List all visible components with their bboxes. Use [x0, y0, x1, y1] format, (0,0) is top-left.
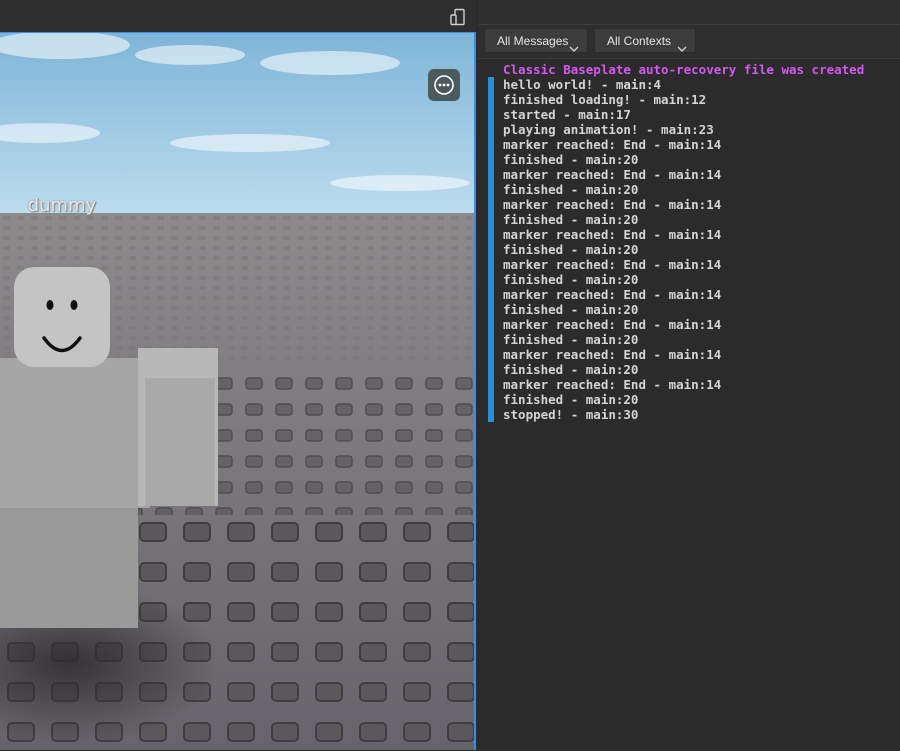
- log-line[interactable]: marker reached: End - main:14: [503, 227, 721, 242]
- device-emulator-icon[interactable]: [446, 6, 470, 28]
- log-line[interactable]: finished - main:20: [503, 272, 638, 287]
- character-eye-left: [46, 300, 54, 310]
- log-line[interactable]: marker reached: End - main:14: [503, 257, 721, 272]
- log-line[interactable]: finished loading! - main:12: [503, 92, 706, 107]
- 3d-scene[interactable]: [0, 33, 476, 750]
- character-name-label: dummy: [27, 195, 97, 216]
- log-line[interactable]: started - main:17: [503, 107, 631, 122]
- more-menu-icon[interactable]: [428, 69, 460, 101]
- character-arm-shade: [145, 378, 215, 506]
- log-line[interactable]: stopped! - main:30: [503, 407, 638, 422]
- log-line-system[interactable]: Classic Baseplate auto-recovery file was…: [503, 62, 864, 77]
- log-line[interactable]: marker reached: End - main:14: [503, 287, 721, 302]
- output-filter-bar: All Messages All Contexts: [478, 25, 900, 57]
- log-line[interactable]: marker reached: End - main:14: [503, 167, 721, 182]
- message-filter-label: All Messages: [497, 34, 569, 48]
- context-filter-dropdown[interactable]: All Contexts: [594, 28, 696, 53]
- log-line[interactable]: finished - main:20: [503, 182, 638, 197]
- log-line[interactable]: finished - main:20: [503, 242, 638, 257]
- character-eye-right: [70, 300, 78, 310]
- log-line[interactable]: marker reached: End - main:14: [503, 377, 721, 392]
- log-line[interactable]: finished - main:20: [503, 302, 638, 317]
- log-line[interactable]: finished - main:20: [503, 332, 638, 347]
- viewport-panel: dummy: [0, 0, 478, 750]
- output-panel: All Messages All Contexts Classic Basepl…: [478, 0, 900, 751]
- log-line[interactable]: finished - main:20: [503, 152, 638, 167]
- log-line[interactable]: hello world! - main:4: [503, 77, 661, 92]
- log-line[interactable]: marker reached: End - main:14: [503, 197, 721, 212]
- log-line[interactable]: marker reached: End - main:14: [503, 347, 721, 362]
- log-line[interactable]: marker reached: End - main:14: [503, 317, 721, 332]
- viewport-tab-bar: [0, 0, 476, 33]
- character-leg: [0, 498, 138, 628]
- character-torso: [0, 358, 150, 508]
- output-log[interactable]: Classic Baseplate auto-recovery file was…: [478, 58, 900, 751]
- log-line[interactable]: finished - main:20: [503, 362, 638, 377]
- log-line[interactable]: playing animation! - main:23: [503, 122, 714, 137]
- game-viewport[interactable]: dummy: [0, 32, 476, 750]
- output-title-bar: [478, 0, 900, 25]
- context-filter-label: All Contexts: [607, 34, 672, 48]
- message-filter-dropdown[interactable]: All Messages: [484, 28, 588, 53]
- log-group-marker: [488, 77, 494, 422]
- log-line[interactable]: finished - main:20: [503, 212, 638, 227]
- log-line[interactable]: finished - main:20: [503, 392, 638, 407]
- log-line[interactable]: marker reached: End - main:14: [503, 137, 721, 152]
